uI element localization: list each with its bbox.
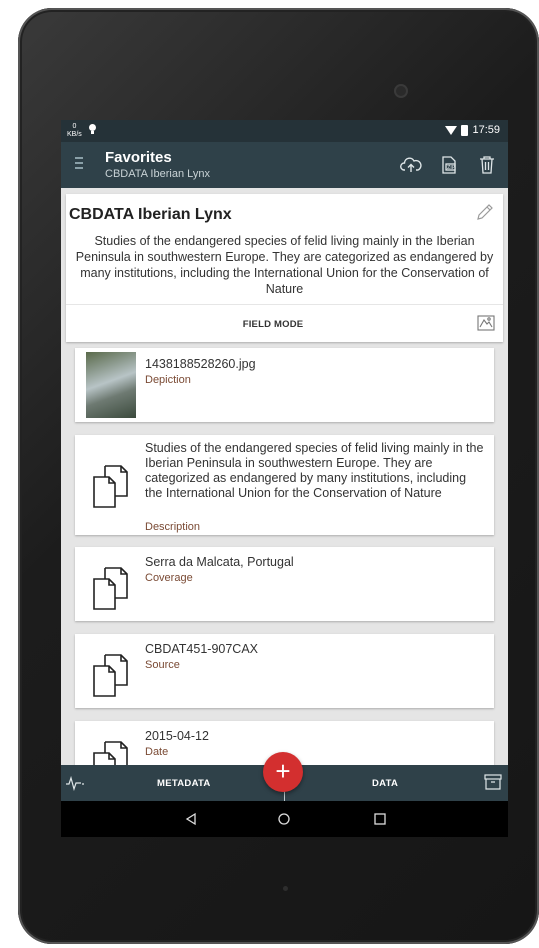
record-label: Coverage — [145, 572, 193, 584]
document-icon — [91, 652, 135, 698]
document-icon — [91, 463, 135, 509]
recents-icon[interactable] — [372, 811, 388, 827]
record-card-coverage[interactable]: Serra da Malcata, Portugal Coverage — [75, 547, 494, 621]
app-bar: Favorites CBDATA Iberian Lynx ZIP — [61, 142, 508, 188]
speed-value: 0 — [72, 123, 77, 130]
map-icon[interactable] — [477, 315, 495, 331]
home-icon[interactable] — [276, 811, 292, 827]
record-label: Depiction — [145, 374, 191, 386]
record-value: Serra da Malcata, Portugal — [145, 555, 294, 569]
dataset-description: Studies of the endangered species of fel… — [75, 234, 494, 296]
speed-unit: KB/s — [67, 131, 82, 138]
menu-icon[interactable] — [75, 157, 85, 169]
document-icon — [91, 739, 135, 765]
svg-text:ZIP: ZIP — [447, 165, 455, 171]
back-icon[interactable] — [183, 811, 199, 827]
content-area: CBDATA Iberian Lynx Studies of the endan… — [61, 188, 508, 765]
image-thumbnail[interactable] — [86, 352, 136, 418]
zip-file-icon[interactable]: ZIP — [438, 154, 460, 176]
pencil-icon[interactable] — [475, 202, 495, 222]
record-card-description[interactable]: Studies of the endangered species of fel… — [75, 435, 494, 535]
record-value: 2015-04-12 — [145, 729, 209, 743]
record-card-source[interactable]: CBDAT451-907CAX Source — [75, 634, 494, 708]
archive-icon[interactable] — [484, 774, 502, 790]
lightbulb-icon — [88, 123, 97, 138]
document-icon — [91, 565, 135, 611]
divider — [66, 304, 503, 305]
record-value: CBDAT451-907CAX — [145, 642, 259, 656]
dataset-title: CBDATA Iberian Lynx — [69, 206, 232, 223]
app-title: Favorites — [105, 149, 172, 166]
cloud-upload-icon[interactable] — [400, 154, 422, 176]
pulse-icon[interactable] — [65, 775, 85, 792]
wifi-icon — [445, 125, 458, 135]
add-button[interactable]: + — [263, 752, 303, 792]
tab-metadata[interactable]: METADATA — [157, 778, 211, 789]
network-speed: 0 KB/s — [67, 123, 82, 139]
record-label: Date — [145, 746, 169, 758]
system-nav-bar — [61, 801, 508, 837]
status-bar: 0 KB/s 17:59 — [61, 120, 508, 142]
record-value: Studies of the endangered species of fel… — [145, 441, 484, 500]
screen: 0 KB/s 17:59 Favorites CBDATA Iberian Ly… — [61, 120, 508, 837]
record-card-depiction[interactable]: 1438188528260.jpg Depiction — [75, 348, 494, 422]
battery-icon — [461, 124, 469, 136]
tab-data[interactable]: DATA — [372, 778, 398, 789]
trash-icon[interactable] — [476, 154, 498, 176]
record-value: 1438188528260.jpg — [145, 357, 256, 371]
dataset-header-card: CBDATA Iberian Lynx Studies of the endan… — [66, 194, 503, 342]
record-label: Source — [145, 659, 180, 671]
clock: 17:59 — [472, 124, 500, 136]
light-sensor — [283, 886, 288, 891]
record-label: Description — [145, 521, 201, 533]
field-mode-button[interactable]: FIELD MODE — [66, 319, 480, 330]
front-camera — [396, 86, 406, 96]
app-subtitle: CBDATA Iberian Lynx — [105, 168, 210, 180]
